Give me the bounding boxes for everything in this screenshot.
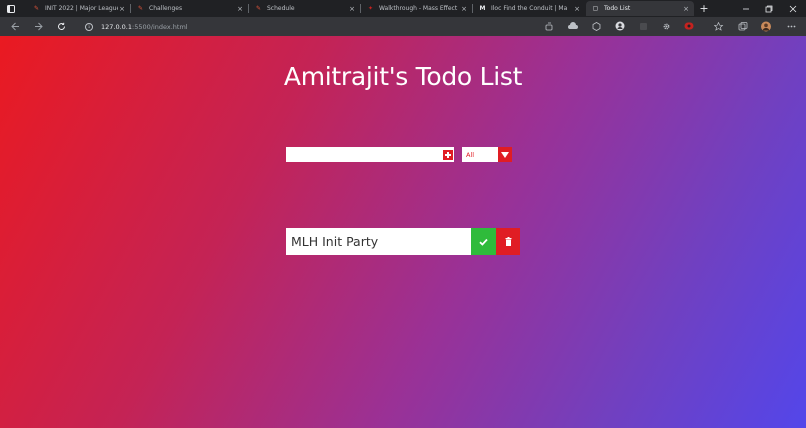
browser-tab[interactable]: ✦ Walkthrough - Mass Effect × bbox=[361, 1, 472, 16]
dropdown-arrow-icon[interactable] bbox=[498, 147, 512, 162]
tab-close-icon[interactable]: × bbox=[348, 5, 356, 13]
delete-button[interactable] bbox=[496, 228, 520, 255]
url-path: :5500/index.html bbox=[132, 22, 188, 31]
favorites-icon[interactable] bbox=[714, 21, 724, 31]
page-title: Amitrajit's Todo List bbox=[283, 62, 523, 91]
browser-toolbar: i 127.0.0.1:5500/index.html bbox=[0, 17, 806, 36]
browser-tab[interactable]: ▢ Todo List × bbox=[586, 1, 694, 16]
tab-close-icon[interactable]: × bbox=[118, 5, 126, 13]
forward-icon[interactable] bbox=[31, 19, 45, 33]
tab-title: Challenges bbox=[149, 5, 183, 12]
tab-close-icon[interactable]: × bbox=[236, 5, 244, 13]
browser-tab[interactable]: ✎ INIT 2022 | Major League H× bbox=[27, 1, 130, 16]
check-icon bbox=[479, 238, 488, 246]
browser-tab-strip: ✎INIT 2022 | Major League H×✎Challenges×… bbox=[0, 0, 806, 17]
minimize-icon[interactable] bbox=[739, 0, 753, 17]
reload-icon[interactable] bbox=[54, 19, 68, 33]
settings-extension-icon[interactable] bbox=[661, 21, 671, 31]
browser-tab[interactable]: ✎ Challenges × bbox=[131, 1, 248, 16]
collections-icon[interactable] bbox=[738, 21, 748, 31]
tab-actions-icon[interactable] bbox=[5, 0, 17, 17]
browser-tab[interactable]: M Iloc Find the Conduit | Ma × bbox=[473, 1, 585, 16]
read-aloud-icon[interactable] bbox=[544, 21, 554, 31]
close-window-icon[interactable] bbox=[786, 0, 800, 17]
cloud-extension-icon[interactable] bbox=[568, 21, 578, 31]
pencil-icon: ✎ bbox=[137, 5, 144, 12]
url-host: 127.0.0.1 bbox=[101, 22, 133, 31]
tab-close-icon[interactable]: × bbox=[460, 5, 468, 13]
site-info-icon[interactable]: i bbox=[85, 22, 93, 31]
avatar[interactable] bbox=[761, 21, 771, 31]
dark-square-extension-icon[interactable] bbox=[638, 21, 648, 31]
new-tab-button[interactable]: + bbox=[697, 0, 711, 17]
trash-icon bbox=[505, 237, 511, 246]
restore-icon[interactable] bbox=[762, 0, 776, 17]
tab-title: Walkthrough - Mass Effect bbox=[379, 5, 458, 12]
filter-select[interactable]: All bbox=[462, 147, 512, 162]
profile-extension-icon[interactable] bbox=[615, 21, 625, 31]
tab-title: Schedule bbox=[267, 5, 295, 12]
tab-title: Iloc Find the Conduit | Ma bbox=[491, 5, 568, 12]
browser-tab[interactable]: ✎ Schedule × bbox=[249, 1, 360, 16]
pencil-icon: ✎ bbox=[33, 5, 40, 12]
add-todo-button[interactable] bbox=[441, 147, 454, 162]
complete-button[interactable] bbox=[471, 228, 496, 255]
m-icon: M bbox=[479, 5, 486, 12]
more-menu-icon[interactable] bbox=[786, 21, 796, 31]
todo-item-text: MLH Init Party bbox=[286, 228, 471, 255]
todo-input[interactable] bbox=[286, 147, 441, 162]
filter-selected-value: All bbox=[462, 147, 498, 162]
todo-page: Amitrajit's Todo List All MLH Init Party bbox=[0, 36, 806, 428]
tab-title: INIT 2022 | Major League H bbox=[45, 5, 118, 12]
cube-extension-icon[interactable] bbox=[591, 21, 601, 31]
plus-icon bbox=[442, 149, 453, 160]
game-icon: ✦ bbox=[367, 5, 374, 12]
address-url: 127.0.0.1:5500/index.html bbox=[101, 23, 188, 31]
address-bar[interactable]: i 127.0.0.1:5500/index.html bbox=[75, 18, 530, 35]
tab-close-icon[interactable]: × bbox=[682, 5, 690, 13]
page-icon: ▢ bbox=[592, 5, 599, 12]
red-extension-icon[interactable] bbox=[684, 21, 694, 31]
tab-close-icon[interactable]: × bbox=[573, 5, 581, 13]
tab-title: Todo List bbox=[604, 5, 631, 12]
pencil-icon: ✎ bbox=[255, 5, 262, 12]
back-icon[interactable] bbox=[8, 19, 22, 33]
todo-item: MLH Init Party bbox=[286, 228, 520, 255]
